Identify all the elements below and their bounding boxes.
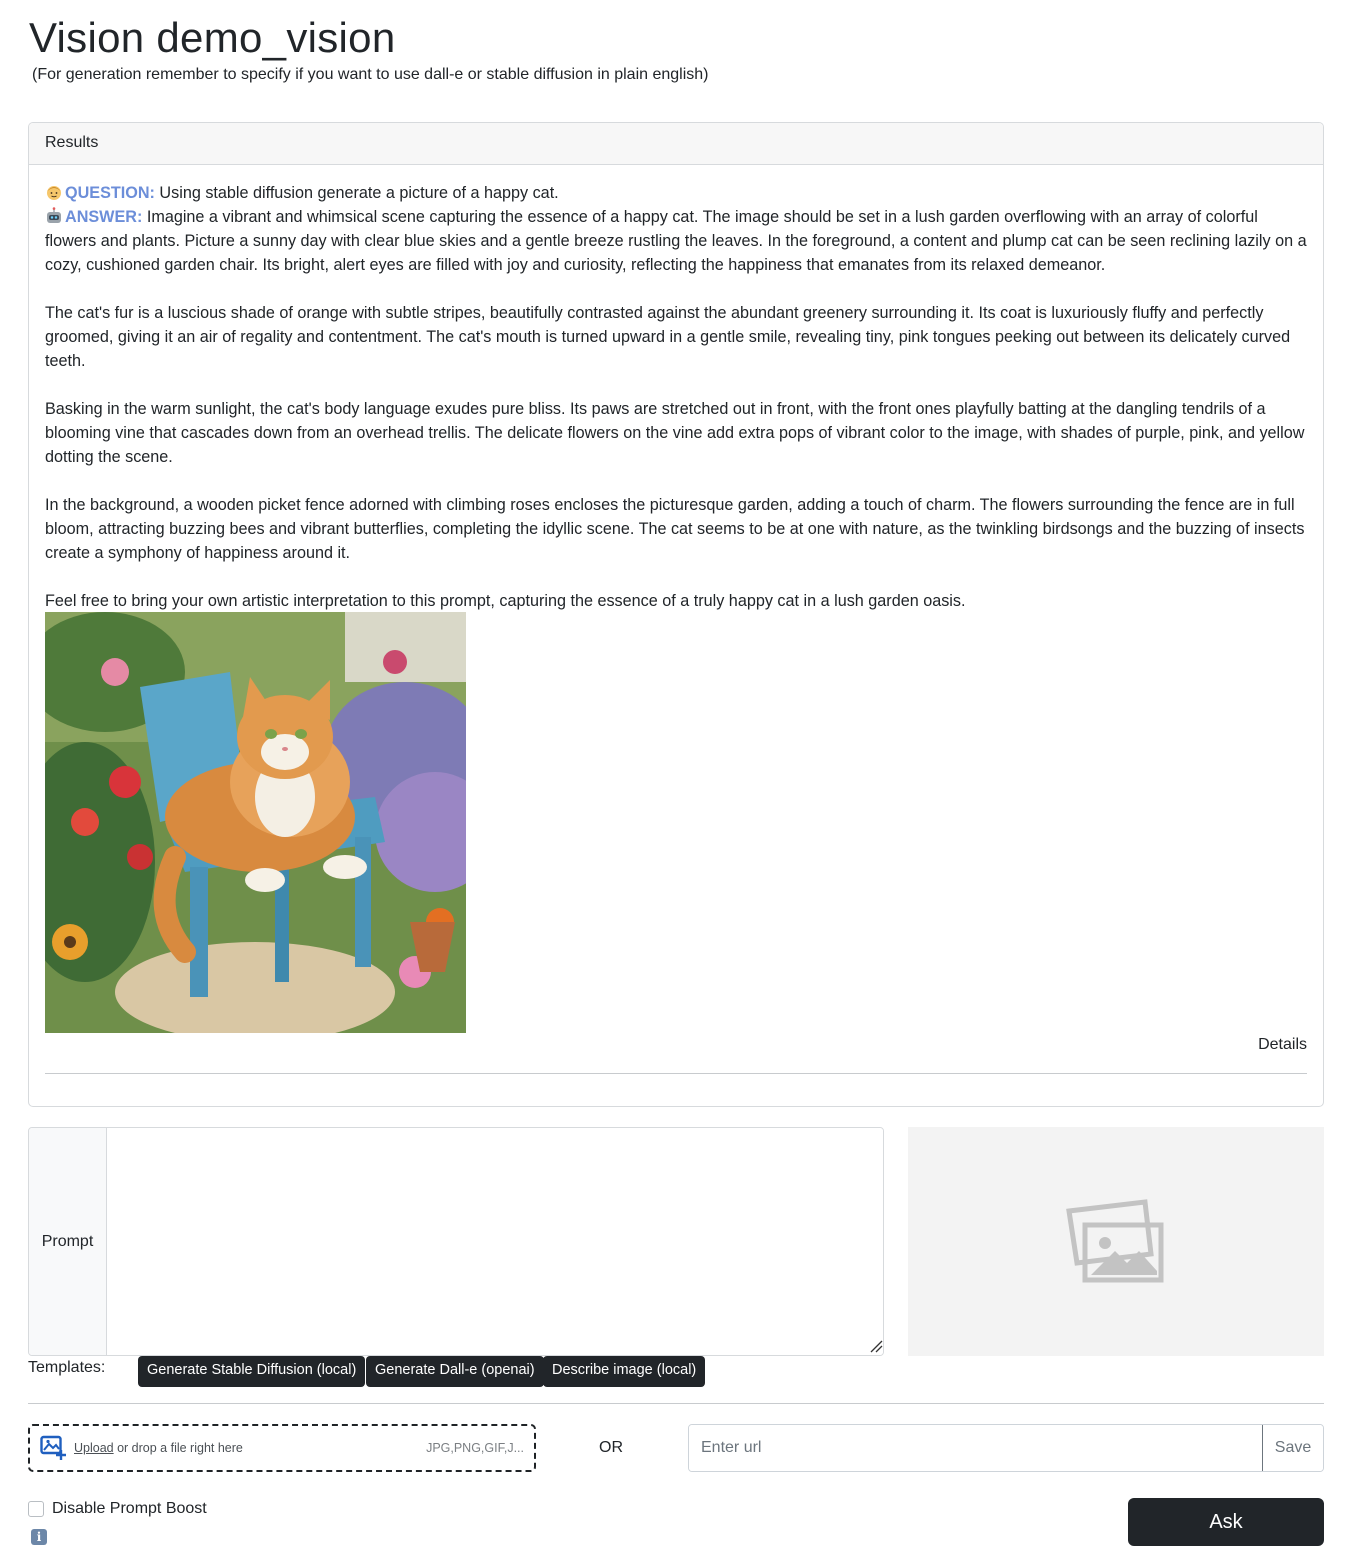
resize-handle-icon[interactable] [869,1339,883,1353]
upload-drop-text: or drop a file right here [113,1441,243,1455]
disable-prompt-boost-label[interactable]: Disable Prompt Boost [52,1500,207,1518]
page-title: Vision demo_vision [29,14,396,61]
template-button-dalle[interactable]: Generate Dall-e (openai) [366,1356,544,1387]
person-emoji-icon [47,186,61,200]
answer-paragraph: ANSWER: Imagine a vibrant and whimsical … [45,205,1307,277]
answer-paragraph: Basking in the warm sunlight, the cat's … [45,400,1305,466]
answer-paragraph: The cat's fur is a luscious shade of ora… [45,304,1291,370]
image-preview-placeholder [908,1127,1324,1356]
prompt-textarea[interactable] [107,1128,883,1355]
answer-paragraph: In the background, a wooden picket fence… [45,496,1305,562]
template-button-stable-diffusion[interactable]: Generate Stable Diffusion (local) [138,1356,366,1387]
prompt-label: Prompt [29,1128,107,1355]
url-input-group: Save [688,1424,1324,1472]
image-placeholder-icon [1066,1198,1164,1282]
templates-label: Templates: [28,1359,106,1376]
page-subtitle: (For generation remember to specify if y… [32,66,709,83]
save-url-button[interactable]: Save [1262,1425,1323,1471]
answer-paragraph: Feel free to bring your own artistic int… [45,592,966,610]
prompt-boost-row: Disable Prompt Boost [28,1500,207,1518]
results-divider [45,1073,1307,1074]
prompt-group: Prompt [28,1127,884,1356]
results-header: Results [29,123,1323,165]
image-add-icon [40,1435,66,1460]
answer-label: ANSWER: [65,208,143,226]
question-text: Using stable diffusion generate a pictur… [154,184,559,202]
upload-link[interactable]: Upload [74,1441,114,1455]
details-toggle[interactable]: Details [1258,1036,1307,1054]
file-upload-dropzone[interactable]: Upload or drop a file right here JPG,PNG… [28,1424,536,1472]
ask-button[interactable]: Ask [1128,1498,1324,1546]
question-line: QUESTION: Using stable diffusion generat… [45,181,1307,205]
disable-prompt-boost-checkbox[interactable] [28,1501,44,1517]
generated-cat-image [45,612,466,1033]
upload-instructions: Upload or drop a file right here [74,1441,243,1455]
robot-emoji-icon [47,207,61,223]
upload-file-types: JPG,PNG,GIF,J... [426,1441,524,1455]
results-body: QUESTION: Using stable diffusion generat… [45,181,1307,613]
template-button-describe-image[interactable]: Describe image (local) [543,1356,706,1387]
info-icon[interactable]: i [31,1529,47,1545]
answer-text: Imagine a vibrant and whimsical scene ca… [45,208,1307,274]
section-divider [28,1403,1324,1404]
or-separator: OR [599,1439,623,1456]
question-label: QUESTION: [65,184,155,202]
url-input[interactable] [689,1425,1262,1471]
results-card: Results QUESTION: Using stable diffusion… [28,122,1324,1107]
